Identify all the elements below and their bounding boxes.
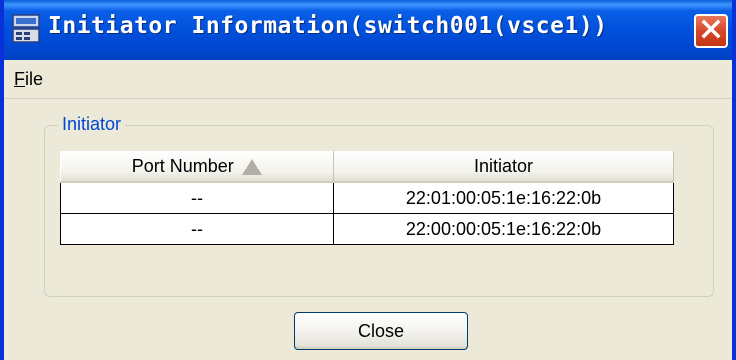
- menu-file-accelerator: F: [14, 69, 25, 89]
- groupbox-label: Initiator: [58, 114, 126, 135]
- computer-network-icon: [12, 14, 40, 44]
- cell-initiator: 22:01:00:05:1e:16:22:0b: [333, 182, 674, 214]
- column-header-label: Initiator: [473, 155, 534, 176]
- table-row[interactable]: -- 22:00:00:05:1e:16:22:0b: [59, 213, 674, 245]
- dialog-window: Initiator Information(switch001(vsce1)) …: [0, 0, 736, 360]
- column-header-label: Port Number: [131, 155, 234, 176]
- sort-ascending-icon: [241, 158, 262, 175]
- column-header-port-number[interactable]: Port Number: [60, 151, 335, 183]
- column-header-initiator[interactable]: Initiator: [333, 151, 674, 183]
- cell-initiator: 22:00:00:05:1e:16:22:0b: [333, 213, 674, 245]
- window-title: Initiator Information(switch001(vsce1)): [48, 13, 608, 39]
- menu-file[interactable]: File: [14, 69, 43, 90]
- cell-port-number: --: [59, 213, 335, 245]
- window-close-button[interactable]: [694, 14, 728, 48]
- close-button[interactable]: Close: [294, 312, 468, 350]
- menu-bar: File: [4, 60, 732, 99]
- close-x-icon: [701, 19, 721, 43]
- table-row[interactable]: -- 22:01:00:05:1e:16:22:0b: [59, 182, 674, 214]
- menu-file-label: ile: [25, 69, 44, 89]
- title-bar[interactable]: Initiator Information(switch001(vsce1)): [4, 0, 732, 60]
- initiator-table: Port Number Initiator -- 22:01:00:05:1e:…: [59, 151, 674, 245]
- cell-port-number: --: [59, 182, 335, 214]
